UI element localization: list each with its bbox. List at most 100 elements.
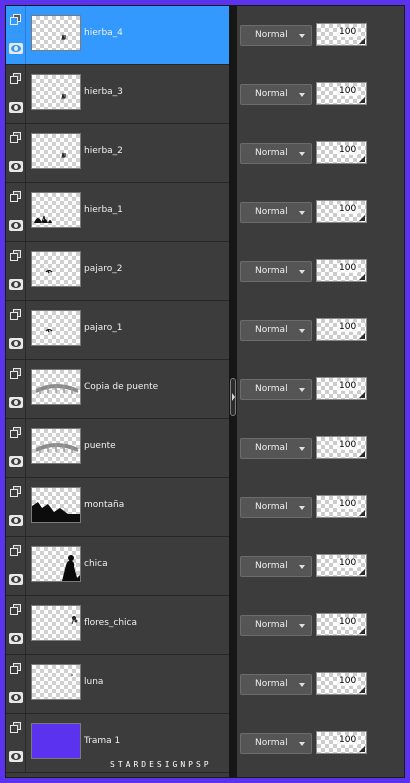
eye-icon[interactable]: [9, 633, 23, 644]
layer-row[interactable]: hierba_1: [6, 183, 229, 242]
layer-type-icon[interactable]: [10, 132, 22, 144]
layer-thumbnail[interactable]: [31, 74, 81, 110]
blend-mode-dropdown[interactable]: Normal: [240, 497, 312, 518]
eye-icon[interactable]: [9, 456, 23, 467]
blend-mode-dropdown[interactable]: Normal: [240, 379, 312, 400]
layer-row[interactable]: puente: [6, 419, 229, 478]
opacity-resize-corner: [359, 451, 365, 457]
blend-mode-value: Normal: [255, 502, 288, 512]
layer-type-icon[interactable]: [10, 73, 22, 85]
layer-properties-row: Normal 100: [237, 65, 404, 124]
layer-type-icon[interactable]: [10, 486, 22, 498]
opacity-field[interactable]: 100: [316, 23, 367, 46]
opacity-field[interactable]: 100: [316, 200, 367, 223]
opacity-value: 100: [337, 735, 359, 745]
layer-name: luna: [84, 677, 104, 687]
opacity-field[interactable]: 100: [316, 82, 367, 105]
layer-type-icon[interactable]: [10, 722, 22, 734]
layer-row[interactable]: pajaro_2: [6, 242, 229, 301]
opacity-field[interactable]: 100: [316, 436, 367, 459]
layer-row[interactable]: pajaro_1: [6, 301, 229, 360]
blend-mode-dropdown[interactable]: Normal: [240, 261, 312, 282]
eye-icon[interactable]: [9, 102, 23, 113]
layer-thumbnail[interactable]: [31, 605, 81, 641]
layer-toggles: [6, 360, 26, 418]
layer-type-icon[interactable]: [10, 309, 22, 321]
opacity-field[interactable]: 100: [316, 141, 367, 164]
layer-type-icon[interactable]: [10, 427, 22, 439]
opacity-resize-corner: [359, 156, 365, 162]
layer-row[interactable]: hierba_3: [6, 65, 229, 124]
layer-type-icon[interactable]: [10, 368, 22, 380]
layer-thumbnail[interactable]: [31, 369, 81, 405]
layer-toggles: [6, 419, 26, 477]
eye-icon[interactable]: [9, 751, 23, 762]
layer-type-icon[interactable]: [10, 604, 22, 616]
layer-thumbnail[interactable]: [31, 15, 81, 51]
layer-row[interactable]: montaña: [6, 478, 229, 537]
eye-icon[interactable]: [9, 220, 23, 231]
layer-toggles: [6, 537, 26, 595]
chevron-down-icon: [299, 506, 305, 510]
opacity-value: 100: [337, 86, 359, 96]
blend-mode-dropdown[interactable]: Normal: [240, 674, 312, 695]
layer-row[interactable]: Copia de puente: [6, 360, 229, 419]
layer-row[interactable]: luna: [6, 655, 229, 714]
blend-mode-dropdown[interactable]: Normal: [240, 438, 312, 459]
blend-mode-dropdown[interactable]: Normal: [240, 84, 312, 105]
opacity-field[interactable]: 100: [316, 377, 367, 400]
layer-row[interactable]: hierba_4: [6, 6, 229, 65]
layer-toggles: [6, 714, 26, 772]
blend-mode-value: Normal: [255, 443, 288, 453]
layer-thumbnail[interactable]: [31, 487, 81, 523]
layer-thumbnail[interactable]: [31, 428, 81, 464]
blend-mode-value: Normal: [255, 30, 288, 40]
layer-thumbnail[interactable]: [31, 133, 81, 169]
layer-type-icon[interactable]: [10, 191, 22, 203]
eye-icon[interactable]: [9, 161, 23, 172]
layer-thumbnail[interactable]: [31, 546, 81, 582]
opacity-field[interactable]: 100: [316, 495, 367, 518]
layer-thumbnail[interactable]: [31, 192, 81, 228]
layer-thumbnail[interactable]: [31, 310, 81, 346]
layer-type-icon[interactable]: [10, 545, 22, 557]
layer-type-icon[interactable]: [10, 250, 22, 262]
eye-icon[interactable]: [9, 692, 23, 703]
layer-row[interactable]: hierba_2: [6, 124, 229, 183]
blend-mode-dropdown[interactable]: Normal: [240, 615, 312, 636]
layer-thumbnail[interactable]: [31, 664, 81, 700]
eye-icon[interactable]: [9, 338, 23, 349]
opacity-field[interactable]: 100: [316, 259, 367, 282]
blend-mode-dropdown[interactable]: Normal: [240, 25, 312, 46]
layer-properties-row: Normal 100: [237, 419, 404, 478]
eye-icon[interactable]: [9, 397, 23, 408]
opacity-resize-corner: [359, 687, 365, 693]
opacity-field[interactable]: 100: [316, 731, 367, 754]
blend-mode-value: Normal: [255, 679, 288, 689]
chevron-down-icon: [299, 683, 305, 687]
splitter-handle[interactable]: [230, 378, 236, 416]
opacity-field[interactable]: 100: [316, 613, 367, 636]
layer-name: hierba_1: [84, 205, 123, 215]
opacity-value: 100: [337, 558, 359, 568]
blend-mode-dropdown[interactable]: Normal: [240, 320, 312, 341]
opacity-field[interactable]: 100: [316, 672, 367, 695]
blend-mode-dropdown[interactable]: Normal: [240, 143, 312, 164]
layer-thumbnail[interactable]: [31, 251, 81, 287]
opacity-field[interactable]: 100: [316, 554, 367, 577]
layer-row[interactable]: chica: [6, 537, 229, 596]
opacity-resize-corner: [359, 510, 365, 516]
layer-list: hierba_4 hierba_3 hierba_2 hierba_1 pajaro_2…: [6, 6, 229, 777]
eye-icon[interactable]: [9, 574, 23, 585]
layer-row[interactable]: flores_chica: [6, 596, 229, 655]
layer-type-icon[interactable]: [10, 14, 22, 26]
eye-icon[interactable]: [9, 43, 23, 54]
blend-mode-dropdown[interactable]: Normal: [240, 556, 312, 577]
eye-icon[interactable]: [9, 515, 23, 526]
blend-mode-dropdown[interactable]: Normal: [240, 733, 312, 754]
layer-type-icon[interactable]: [10, 663, 22, 675]
blend-mode-dropdown[interactable]: Normal: [240, 202, 312, 223]
eye-icon[interactable]: [9, 279, 23, 290]
layer-thumbnail[interactable]: [31, 723, 81, 759]
opacity-field[interactable]: 100: [316, 318, 367, 341]
